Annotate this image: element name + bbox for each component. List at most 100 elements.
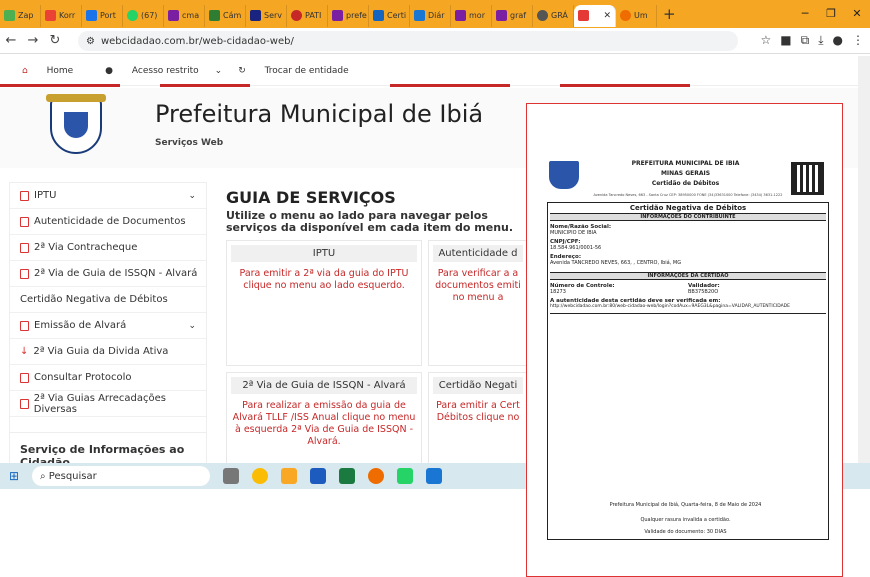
whatsapp-icon xyxy=(127,10,138,21)
tab[interactable]: GRÁ xyxy=(533,4,574,27)
folder-icon[interactable] xyxy=(281,468,297,484)
window-controls: ─ ❐ ✕ xyxy=(792,0,870,26)
card-body: Para emitir a 2ª via da guia do IPTU cli… xyxy=(239,268,409,291)
tab[interactable]: Cám xyxy=(205,4,246,27)
certificate-document: PREFEITURA MUNICIPAL DE IBIA MINAS GERAI… xyxy=(526,103,843,577)
tab-label: GRÁ xyxy=(551,11,568,20)
restore-icon[interactable]: ❐ xyxy=(818,7,844,20)
sidebar-item-alvara[interactable]: Emissão de Alvará ⌄ xyxy=(10,313,206,339)
tab-strip: Zap Korr Port (67) cma Cám Serv PATI pre… xyxy=(0,0,870,28)
profile-icon[interactable]: ● xyxy=(833,33,843,48)
task-view-icon[interactable] xyxy=(223,468,239,484)
chrome-icon[interactable] xyxy=(252,468,268,484)
tab[interactable]: Certi xyxy=(369,4,410,27)
windows-start-icon[interactable]: ⊞ xyxy=(9,469,19,483)
new-tab-button[interactable]: + xyxy=(663,5,676,23)
sidebar-item-contracheque[interactable]: 2ª Via Contracheque xyxy=(10,235,206,261)
sidebar-item-certidao[interactable]: Certidão Negativa de Débitos xyxy=(10,287,206,313)
field-value: 18.584.961/0001-56 xyxy=(550,245,602,251)
tab[interactable]: Korr xyxy=(41,4,82,27)
home-link[interactable]: ⌂ Home xyxy=(22,66,89,76)
tab[interactable]: mor xyxy=(451,4,492,27)
sidebar-item-protocolo[interactable]: Consultar Protocolo xyxy=(10,365,206,391)
reload-icon[interactable]: ↻ xyxy=(44,33,66,48)
excel-icon[interactable] xyxy=(339,468,355,484)
tab-icon xyxy=(496,10,507,21)
sidebar-item-autenticidade[interactable]: Autenticidade de Documentos xyxy=(10,209,206,235)
tab-icon xyxy=(86,10,97,21)
tab[interactable]: graf xyxy=(492,4,533,27)
tab[interactable]: prefe xyxy=(328,4,369,27)
scrollbar[interactable] xyxy=(858,56,870,463)
extension-icon[interactable]: ■ xyxy=(780,33,791,48)
document-icon xyxy=(20,320,29,331)
search-icon: ⌕ xyxy=(40,470,46,482)
forward-icon[interactable]: → xyxy=(22,33,44,48)
close-icon[interactable]: ✕ xyxy=(603,11,611,21)
minimize-icon[interactable]: ─ xyxy=(792,7,818,20)
word-icon[interactable] xyxy=(310,468,326,484)
whatsapp-icon[interactable] xyxy=(397,468,413,484)
tab-icon xyxy=(620,10,631,21)
card-iptu[interactable]: IPTU Para emitir a 2ª via da guia do IPT… xyxy=(226,240,422,366)
clipboard-icon xyxy=(20,372,29,383)
app-icon[interactable] xyxy=(368,468,384,484)
tab[interactable]: (67) xyxy=(123,4,164,27)
sidebar-item-divida[interactable]: ↓ 2ª Via Guia da Divida Ativa xyxy=(10,339,206,365)
site-nav: ⌂ Home ● Acesso restrito ⌄ ↻ Trocar de en… xyxy=(0,56,858,86)
document-icon xyxy=(20,190,29,201)
tab-label: prefe xyxy=(346,11,367,20)
card-header: Autenticidade d xyxy=(433,245,523,262)
back-icon[interactable]: ← xyxy=(0,33,22,48)
menu-icon[interactable]: ⋮ xyxy=(852,33,864,48)
tab-label: Zap xyxy=(18,11,34,20)
tab-label: Um xyxy=(634,11,648,20)
home-icon: ⌂ xyxy=(22,65,28,76)
taskbar-search[interactable]: ⌕ Pesquisar xyxy=(32,466,210,486)
certificate-body: Certidão Negativa de Débitos INFORMAÇÕES… xyxy=(547,202,829,540)
site-info-icon[interactable]: ⚙ xyxy=(86,36,95,47)
download-icon[interactable]: ⤓ xyxy=(818,33,823,48)
user-icon: ● xyxy=(105,65,114,76)
chevron-down-icon: ⌄ xyxy=(188,190,196,201)
tab-icon xyxy=(291,10,302,21)
tab-icon xyxy=(537,10,548,21)
app-icon[interactable] xyxy=(426,468,442,484)
card-body: Para realizar a emissão da guia de Alvar… xyxy=(232,400,416,447)
tab-label: mor xyxy=(469,11,485,20)
tab[interactable]: Diár xyxy=(410,4,451,27)
tab[interactable]: cma xyxy=(164,4,205,27)
card-body: Para verificar a a documentos emiti no m… xyxy=(435,268,521,303)
coat-of-arms-logo xyxy=(46,94,106,154)
footer-note: Qualquer rasura invalida a certidão. xyxy=(640,517,731,523)
address-bar[interactable]: ⚙ webcidadao.com.br/web-cidadao-web/ xyxy=(78,31,738,51)
tab[interactable]: Serv xyxy=(246,4,287,27)
tab-label: graf xyxy=(510,11,527,20)
tab-label: (67) xyxy=(141,11,158,20)
sidebar: IPTU ⌄ Autenticidade de Documentos 2ª Via… xyxy=(9,182,207,467)
card-issqn[interactable]: 2ª Via de Guia de ISSQN - Alvará Para re… xyxy=(226,372,422,464)
gmail-icon xyxy=(45,10,56,21)
sidebar-item-iptu[interactable]: IPTU ⌄ xyxy=(10,183,206,209)
main-description: Utilize o menu ao lado para navegar pelo… xyxy=(226,209,514,234)
browser-toolbar: ← → ↻ ⚙ webcidadao.com.br/web-cidadao-we… xyxy=(0,28,870,54)
acesso-link[interactable]: ● Acesso restrito ⌄ xyxy=(105,66,222,76)
trocar-link[interactable]: ↻ Trocar de entidade xyxy=(238,66,365,76)
auth-url: http://webcidadao.com.br:80/web-cidadao-… xyxy=(550,304,826,314)
tab[interactable]: Um xyxy=(616,4,657,27)
main-title: GUIA DE SERVIÇOS xyxy=(226,188,396,207)
sidebar-item-issqn[interactable]: 2ª Via de Guia de ISSQN - Alvará xyxy=(10,261,206,287)
card-certidao[interactable]: Certidão Negati Para emitir a Cert Débit… xyxy=(428,372,528,464)
field-value: BB375B20O xyxy=(688,289,719,295)
puzzle-icon[interactable]: ⧉ xyxy=(801,33,810,48)
certificate-title: Certidão Negativa de Débitos xyxy=(550,203,826,214)
card-autenticidade[interactable]: Autenticidade d Para verificar a a docum… xyxy=(428,240,528,366)
star-icon[interactable]: ☆ xyxy=(761,33,772,48)
close-window-icon[interactable]: ✕ xyxy=(844,7,870,20)
tab-label: Cám xyxy=(223,11,242,20)
tab-active[interactable]: ✕ xyxy=(574,4,616,27)
tab[interactable]: Zap xyxy=(0,4,41,27)
tab[interactable]: Port xyxy=(82,4,123,27)
tab[interactable]: PATI xyxy=(287,4,328,27)
sidebar-item-arrecadacoes[interactable]: 2ª Via Guias Arrecadações Diversas xyxy=(10,391,206,417)
